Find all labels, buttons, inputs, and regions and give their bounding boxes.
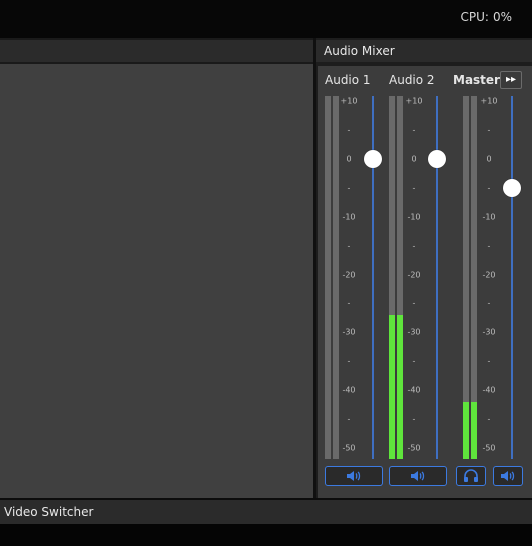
- db-scale-tick: -50: [342, 443, 356, 453]
- db-scale-tick: -40: [482, 385, 496, 395]
- master-fader-knob[interactable]: [503, 178, 521, 197]
- db-scale-tick: -: [412, 183, 416, 193]
- headphones-icon: [463, 469, 479, 483]
- audio-2-db-scale: +10 - 0 - -10 - -20 - -30 - -40 - -50: [404, 96, 424, 459]
- db-scale-tick: -: [347, 414, 351, 424]
- preview-panel-header: [0, 40, 313, 62]
- master-fader-track[interactable]: [511, 96, 513, 459]
- audio-2-level-meter-right: [397, 96, 403, 459]
- audio-mixer-header: Audio Mixer: [316, 40, 532, 62]
- video-switcher-body: [0, 524, 532, 546]
- db-scale-tick: -30: [342, 327, 356, 337]
- db-scale-tick: -20: [407, 270, 421, 279]
- master-level-meter-right: [471, 96, 477, 459]
- preview-area[interactable]: [0, 64, 313, 498]
- db-scale-tick: +10: [340, 96, 358, 106]
- db-scale-tick: -: [487, 241, 491, 251]
- db-scale-tick: -30: [407, 327, 421, 337]
- db-scale-tick: -20: [342, 270, 356, 279]
- db-scale-tick: -: [487, 125, 491, 135]
- master-db-scale: +10 - 0 - -10 - -20 - -30 - -40 - -50: [479, 96, 499, 459]
- db-scale-tick: -50: [482, 443, 496, 453]
- speaker-icon: [346, 469, 362, 483]
- audio-1-level-meter-left: [325, 96, 331, 459]
- db-scale-tick: -: [347, 183, 351, 193]
- db-scale-tick: -10: [407, 212, 421, 222]
- db-scale-tick: -: [412, 414, 416, 424]
- audio-1-fader-knob[interactable]: [364, 149, 382, 168]
- video-switcher-header: Video Switcher: [0, 500, 532, 524]
- cpu-label: CPU:: [460, 10, 489, 24]
- cpu-value: 0%: [492, 10, 512, 24]
- db-scale-tick: -50: [407, 443, 421, 453]
- video-switcher-title: Video Switcher: [4, 505, 94, 519]
- db-scale-tick: +10: [405, 96, 423, 106]
- db-scale-tick: -40: [407, 385, 421, 395]
- cpu-usage: CPU: 0%: [461, 10, 513, 24]
- double-chevron-right-icon: ▸▸: [505, 74, 517, 85]
- db-scale-tick: -: [347, 298, 351, 308]
- db-scale-tick: -: [487, 414, 491, 424]
- speaker-icon: [500, 469, 516, 483]
- audio-1-mute-button[interactable]: [325, 466, 383, 486]
- audio-2-fader-knob[interactable]: [428, 149, 446, 168]
- db-scale-tick: -: [487, 183, 491, 193]
- db-scale-tick: -: [412, 356, 416, 366]
- db-scale-tick: -: [347, 241, 351, 251]
- db-scale-tick: -40: [342, 385, 356, 395]
- preview-panel: [0, 38, 313, 498]
- db-scale-tick: -: [412, 298, 416, 308]
- db-scale-tick: +10: [480, 96, 498, 106]
- channel-label-audio-1: Audio 1: [325, 73, 371, 87]
- audio-2-mute-button[interactable]: [389, 466, 447, 486]
- top-bar: CPU: 0%: [0, 0, 532, 38]
- master-monitor-button[interactable]: [456, 466, 486, 486]
- audio-mixer-panel: Audio Mixer Audio 1 Audio 2 Master ▸▸ +1…: [316, 38, 532, 498]
- expand-mixer-button[interactable]: ▸▸: [500, 71, 522, 89]
- db-scale-tick: -: [412, 125, 416, 135]
- db-scale-tick: -: [412, 241, 416, 251]
- channel-label-master: Master: [453, 73, 500, 87]
- db-scale-tick: -: [487, 298, 491, 308]
- master-level-meter-left: [463, 96, 469, 459]
- audio-1-db-scale: +10 - 0 - -10 - -20 - -30 - -40 - -50: [339, 96, 359, 459]
- db-scale-tick: -20: [482, 270, 496, 279]
- db-scale-tick: 0: [486, 154, 492, 164]
- db-scale-tick: -10: [342, 212, 356, 222]
- db-scale-tick: -: [347, 356, 351, 366]
- db-scale-tick: 0: [346, 154, 352, 164]
- speaker-icon: [410, 469, 426, 483]
- channel-label-audio-2: Audio 2: [389, 73, 435, 87]
- db-scale-tick: -: [487, 356, 491, 366]
- db-scale-tick: 0: [411, 154, 417, 164]
- master-mute-button[interactable]: [493, 466, 523, 486]
- db-scale-tick: -10: [482, 212, 496, 222]
- db-scale-tick: -30: [482, 327, 496, 337]
- db-scale-tick: -: [347, 125, 351, 135]
- audio-mixer-title: Audio Mixer: [324, 44, 395, 58]
- audio-2-level-meter-left: [389, 96, 395, 459]
